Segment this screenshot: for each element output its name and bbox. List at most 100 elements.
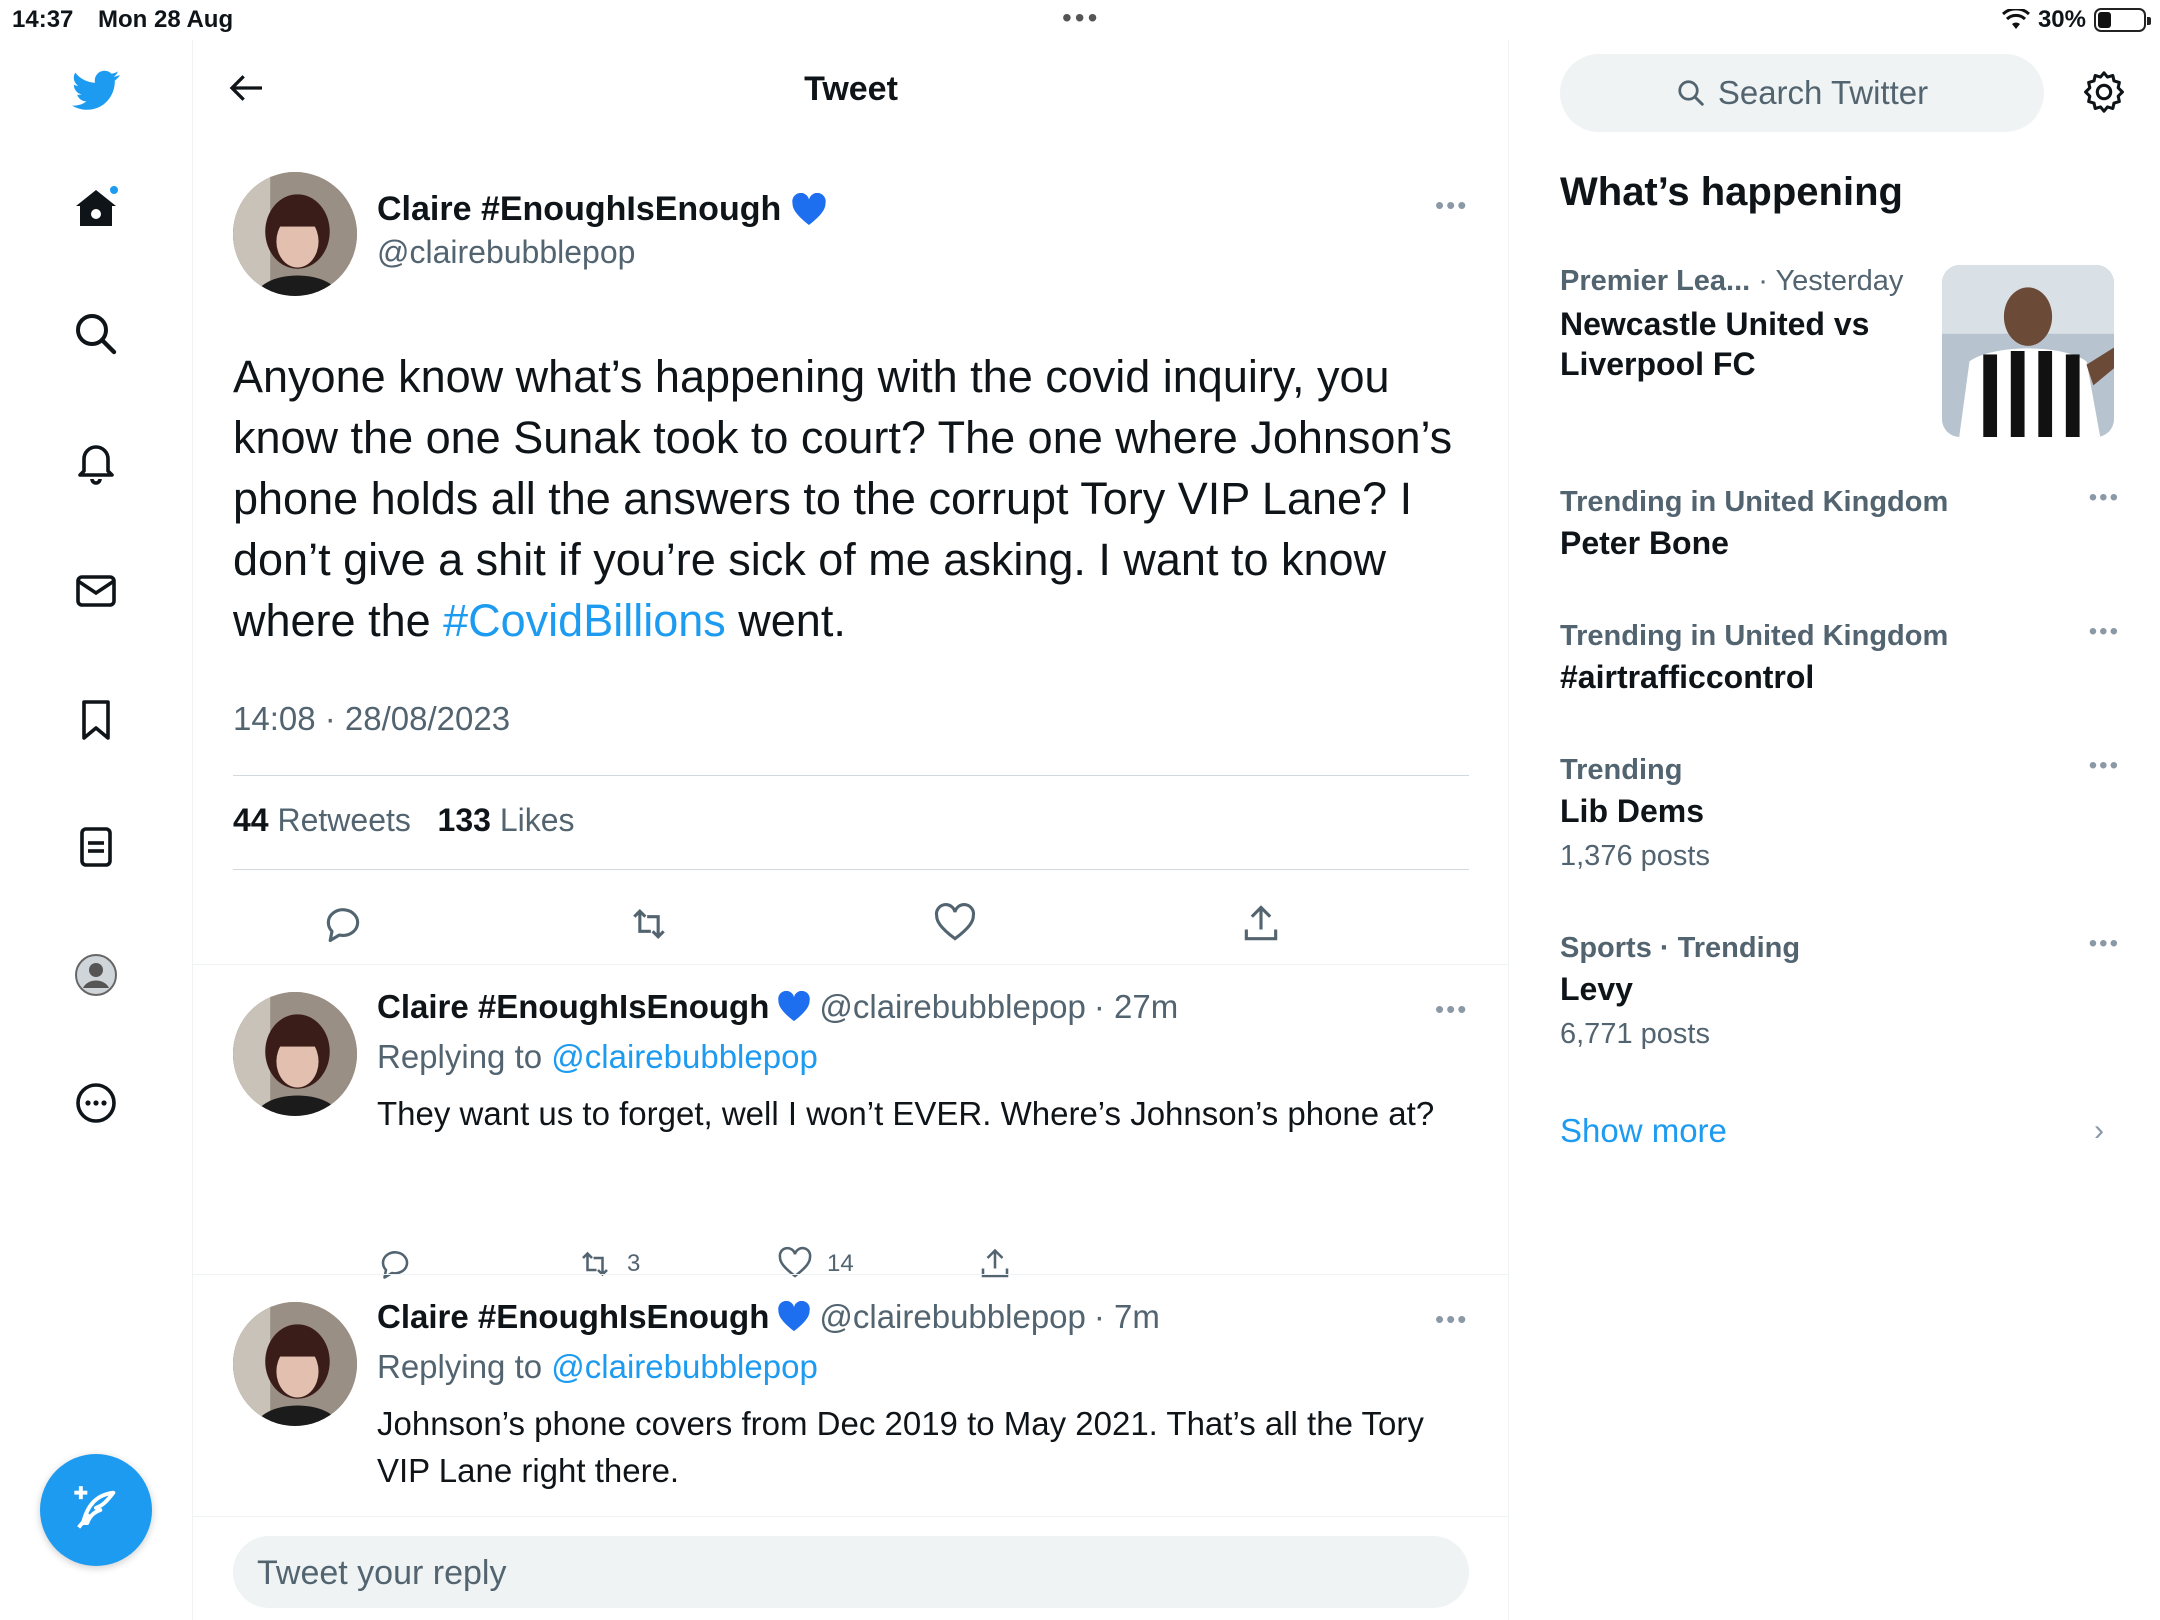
share-upload-icon (1244, 905, 1278, 941)
divider (233, 775, 1469, 776)
reply-button[interactable] (321, 902, 365, 946)
reply-author-name[interactable]: Claire #EnoughIsEnough (377, 1298, 769, 1336)
left-nav (0, 40, 193, 1620)
reply-time: · 7m (1093, 1298, 1160, 1335)
trend-meta: Trending in United Kingdom (1560, 620, 1949, 652)
trend-name: #airtrafficcontrol (1560, 659, 1815, 695)
tweet-stats: 44 Retweets 133 Likes (233, 802, 575, 839)
reply-author-name[interactable]: Claire #EnoughIsEnough (377, 988, 769, 1026)
trend-more-icon[interactable]: ••• (2089, 618, 2120, 646)
trend-item[interactable]: Trending Lib Dems 1,376 posts ••• (1560, 752, 2120, 873)
replying-to: Replying to @clairebubblepop (377, 1038, 818, 1076)
reply-input[interactable]: Tweet your reply (233, 1536, 1469, 1608)
battery-percent: 30% (2037, 6, 2086, 33)
settings-gear-icon[interactable] (2076, 64, 2132, 120)
retweets-label[interactable]: Retweets (277, 802, 410, 838)
reply-author-handle[interactable]: @clairebubblepop (819, 1298, 1086, 1336)
wifi-icon (2001, 9, 2030, 29)
author-handle[interactable]: @clairebubblepop (377, 234, 635, 271)
trend-post-count: 6,771 posts (1560, 1018, 1710, 1050)
reply-bubble-icon (326, 908, 360, 943)
divider (193, 1516, 1509, 1517)
reply-time: · 27m (1093, 988, 1179, 1025)
reply-text: Johnson’s phone covers from Dec 2019 to … (377, 1405, 1424, 1489)
blue-heart-icon (792, 192, 826, 225)
news-meta: Premier Lea... · Yesterday (1560, 265, 1930, 298)
trend-more-icon[interactable]: ••• (2089, 752, 2120, 780)
right-sidebar: Search Twitter What’s happening Premier … (1510, 40, 2160, 1620)
heart-icon (934, 903, 976, 941)
chevron-right-icon[interactable]: › (2094, 1114, 2104, 1148)
tweet-action-bar (233, 902, 1469, 958)
author-name-text: Claire #EnoughIsEnough (377, 190, 782, 228)
news-time: · Yesterday (1758, 265, 1904, 297)
reply-more-icon[interactable]: ••• (1435, 994, 1468, 1025)
status-indicators: 30% (2001, 6, 2151, 34)
reply-author-handle[interactable]: @clairebubblepop (819, 988, 1086, 1026)
search-icon (1678, 80, 1704, 106)
twitter-logo-icon[interactable] (66, 60, 126, 120)
avatar[interactable] (233, 1302, 357, 1426)
replying-to-label: Replying to (377, 1348, 543, 1385)
trend-post-count: 1,376 posts (1560, 840, 1710, 872)
profile-avatar-icon[interactable] (66, 945, 126, 1005)
battery-icon (2094, 8, 2151, 32)
messages-envelope-icon[interactable] (66, 561, 126, 621)
home-icon[interactable] (66, 178, 126, 238)
retweets-count[interactable]: 44 (233, 802, 269, 838)
reply-header: Claire #EnoughIsEnough @clairebubblepop … (377, 1298, 1160, 1336)
more-options-icon[interactable] (66, 1073, 126, 1133)
replying-to-link[interactable]: @clairebubblepop (551, 1348, 818, 1385)
replying-to-label: Replying to (377, 1038, 543, 1075)
status-time: 14:37 (12, 6, 74, 33)
tweet-text-tail: went. (725, 595, 846, 646)
reply-more-icon[interactable]: ••• (1435, 1304, 1468, 1335)
search-placeholder: Search Twitter (1717, 74, 1929, 111)
reply-header: Claire #EnoughIsEnough @clairebubblepop … (377, 988, 1178, 1026)
status-bar: 14:37 Mon 28 Aug ••• 30% (0, 0, 2160, 40)
trend-name: Peter Bone (1560, 525, 1729, 561)
likes-count[interactable]: 133 (438, 802, 491, 838)
reply-tweet[interactable]: Claire #EnoughIsEnough @clairebubblepop … (193, 964, 1509, 1279)
avatar[interactable] (233, 992, 357, 1116)
blue-heart-icon (778, 991, 811, 1022)
trend-more-icon[interactable]: ••• (2089, 484, 2120, 512)
retweet-button[interactable] (627, 902, 671, 946)
multitasking-dots-icon[interactable]: ••• (1062, 2, 1100, 34)
trend-item[interactable]: Sports · Trending Levy 6,771 posts ••• (1560, 930, 2120, 1051)
news-thumbnail[interactable] (1942, 265, 2114, 437)
search-input[interactable]: Search Twitter (1560, 54, 2044, 132)
trend-more-icon[interactable]: ••• (2089, 930, 2120, 958)
tweet-timestamp[interactable]: 14:08 · 28/08/2023 (233, 700, 510, 738)
divider (233, 869, 1469, 870)
trend-meta: Trending (1560, 754, 1683, 786)
trend-item[interactable]: Trending in United Kingdom Peter Bone ••… (1560, 484, 2120, 562)
hashtag-link[interactable]: #CovidBillions (443, 595, 726, 646)
news-category: Premier Lea... (1560, 265, 1751, 297)
like-button[interactable] (933, 902, 977, 946)
trend-name: Levy (1560, 971, 1633, 1007)
trend-item[interactable]: Trending in United Kingdom #airtrafficco… (1560, 618, 2120, 696)
share-button[interactable] (1239, 902, 1283, 946)
blue-heart-icon (778, 1301, 811, 1332)
reply-tweet[interactable]: Claire #EnoughIsEnough @clairebubblepop … (193, 1274, 1509, 1556)
tweet-more-icon[interactable]: ••• (1435, 190, 1468, 221)
compose-feather-icon (74, 1486, 116, 1529)
trend-meta: Trending in United Kingdom (1560, 486, 1949, 518)
replying-to-link[interactable]: @clairebubblepop (551, 1038, 818, 1075)
avatar[interactable] (233, 172, 357, 296)
bookmarks-icon[interactable] (66, 690, 126, 750)
author-name[interactable]: Claire #EnoughIsEnough (377, 190, 827, 229)
retweet-icon (633, 908, 665, 940)
likes-label[interactable]: Likes (500, 802, 575, 838)
trend-meta: Sports · Trending (1560, 932, 1801, 964)
page-title: Tweet (804, 70, 898, 108)
notifications-bell-icon[interactable] (66, 433, 126, 493)
explore-search-icon[interactable] (66, 304, 126, 364)
status-date: Mon 28 Aug (98, 6, 234, 33)
show-more-link[interactable]: Show more (1560, 1112, 1727, 1150)
lists-icon[interactable] (66, 817, 126, 877)
compose-tweet-button[interactable] (40, 1454, 152, 1566)
main-column: Tweet Claire #EnoughIsEnough @clairebubb… (193, 40, 1509, 1620)
news-item[interactable]: Premier Lea... · Yesterday Newcastle Uni… (1560, 265, 1930, 384)
